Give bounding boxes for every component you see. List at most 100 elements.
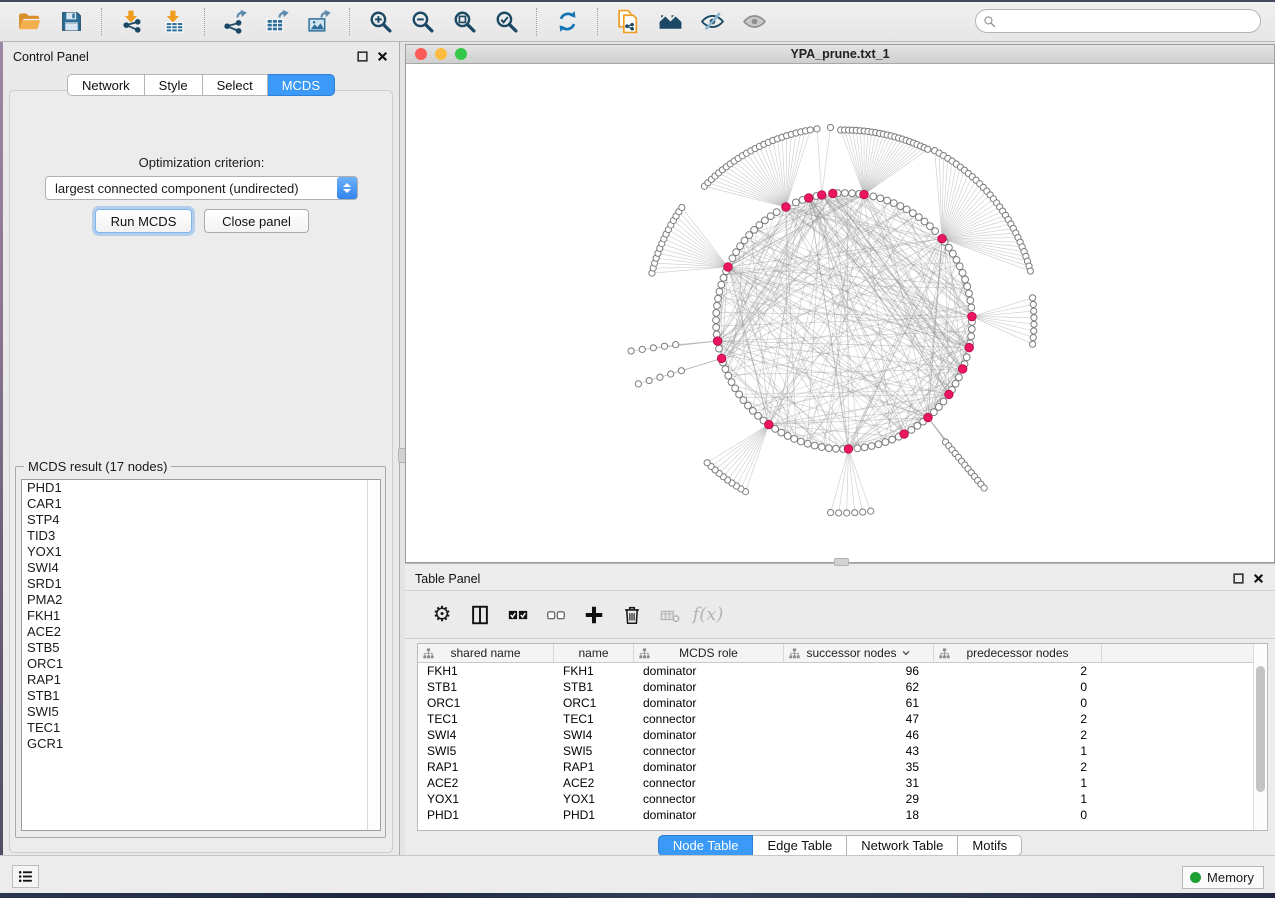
zoom-out-button[interactable] <box>407 7 437 37</box>
mcds-result-node[interactable]: SWI5 <box>22 704 380 720</box>
run-mcds-button[interactable]: Run MCDS <box>95 209 192 233</box>
table-row[interactable]: TEC1TEC1connector472 <box>418 711 1267 727</box>
mcds-result-node[interactable]: STP4 <box>22 512 380 528</box>
criterion-dropdown[interactable]: largest connected component (undirected) <box>45 176 358 200</box>
tab-node-table[interactable]: Node Table <box>658 835 754 856</box>
export-table-button[interactable] <box>262 7 292 37</box>
mcds-result-node[interactable]: STB1 <box>22 688 380 704</box>
mcds-result-node[interactable]: TEC1 <box>22 720 380 736</box>
search-input[interactable] <box>1001 12 1260 30</box>
table-row[interactable]: FKH1FKH1dominator962 <box>418 663 1267 679</box>
export-network-button[interactable] <box>220 7 250 37</box>
mcds-result-node[interactable]: FKH1 <box>22 608 380 624</box>
show-columns-button[interactable] <box>465 600 495 630</box>
export-image-button[interactable] <box>304 7 334 37</box>
table-cell: PHD1 <box>554 808 634 822</box>
mcds-result-node[interactable]: TID3 <box>22 528 380 544</box>
mcds-result-node[interactable]: ORC1 <box>22 656 380 672</box>
tab-style[interactable]: Style <box>145 74 203 96</box>
mcds-result-node[interactable]: SRD1 <box>22 576 380 592</box>
table-cell: FKH1 <box>418 664 554 678</box>
open-session-button[interactable] <box>14 7 44 37</box>
table-row[interactable]: STB1STB1dominator620 <box>418 679 1267 695</box>
table-row[interactable]: PHD1PHD1dominator180 <box>418 807 1267 823</box>
mcds-result-group: MCDS result (17 nodes) PHD1CAR1STP4TID3Y… <box>15 466 386 838</box>
clone-network-button[interactable] <box>613 7 643 37</box>
network-canvas[interactable] <box>406 64 1274 562</box>
import-network-button[interactable] <box>117 7 147 37</box>
column-header-shared-name[interactable]: shared name <box>418 644 554 662</box>
network-view-titlebar[interactable]: YPA_prune.txt_1 <box>406 45 1274 64</box>
minimize-window-icon[interactable] <box>435 48 447 60</box>
table-cell: 35 <box>784 760 934 774</box>
tab-motifs[interactable]: Motifs <box>958 835 1022 856</box>
mcds-result-list[interactable]: PHD1CAR1STP4TID3YOX1SWI4SRD1PMA2FKH1ACE2… <box>21 479 381 831</box>
zoom-in-button[interactable] <box>365 7 395 37</box>
mcds-result-node[interactable]: PHD1 <box>22 480 380 496</box>
table-row[interactable]: SWI4SWI4dominator462 <box>418 727 1267 743</box>
table-cell: connector <box>634 776 784 790</box>
import-table-button[interactable] <box>159 7 189 37</box>
tab-network-table[interactable]: Network Table <box>847 835 958 856</box>
save-session-button[interactable] <box>56 7 86 37</box>
show-all-networks-button[interactable] <box>655 7 685 37</box>
column-label: shared name <box>450 646 520 660</box>
unselect-all-columns-button[interactable] <box>541 600 571 630</box>
mcds-result-node[interactable]: PMA2 <box>22 592 380 608</box>
tab-mcds[interactable]: MCDS <box>268 74 335 96</box>
tab-select[interactable]: Select <box>203 74 268 96</box>
result-list-scrollbar[interactable] <box>367 480 380 830</box>
float-panel-icon[interactable] <box>356 50 369 63</box>
tab-network[interactable]: Network <box>67 74 145 96</box>
table-cell: 47 <box>784 712 934 726</box>
horizontal-splitter-handle[interactable] <box>834 558 849 566</box>
close-panel-button[interactable]: Close panel <box>204 209 309 233</box>
column-header-MCDS-role[interactable]: MCDS role <box>634 644 784 662</box>
memory-label: Memory <box>1207 870 1254 885</box>
close-panel-icon[interactable] <box>376 50 389 63</box>
float-panel-icon[interactable] <box>1232 572 1245 585</box>
zoom-selected-button[interactable] <box>491 7 521 37</box>
table-cell: ACE2 <box>554 776 634 790</box>
node-table[interactable]: shared name nameMCDS rolesuccessor nodesp… <box>417 643 1268 831</box>
refresh-icon <box>555 9 580 34</box>
column-header-successor-nodes[interactable]: successor nodes <box>784 644 934 662</box>
column-header-predecessor-nodes[interactable]: predecessor nodes <box>934 644 1102 662</box>
zoom-in-icon <box>368 9 393 34</box>
mcds-result-node[interactable]: SWI4 <box>22 560 380 576</box>
table-row[interactable]: YOX1YOX1connector291 <box>418 791 1267 807</box>
hide-selected-button[interactable] <box>697 7 727 37</box>
table-cell: 61 <box>784 696 934 710</box>
zoom-fit-button[interactable] <box>449 7 479 37</box>
close-panel-icon[interactable] <box>1252 572 1265 585</box>
select-all-columns-button[interactable] <box>503 600 533 630</box>
panel-selector-button[interactable] <box>12 865 39 888</box>
table-row[interactable]: RAP1RAP1dominator352 <box>418 759 1267 775</box>
open-folder-icon <box>17 9 42 34</box>
table-cell: 2 <box>934 664 1102 678</box>
search-box[interactable] <box>975 9 1261 33</box>
mcds-result-node[interactable]: ACE2 <box>22 624 380 640</box>
create-column-button[interactable] <box>579 600 609 630</box>
close-window-icon[interactable] <box>415 48 427 60</box>
table-cell: STB1 <box>418 680 554 694</box>
mcds-result-node[interactable]: STB5 <box>22 640 380 656</box>
table-row[interactable]: SWI5SWI5connector431 <box>418 743 1267 759</box>
mcds-result-node[interactable]: RAP1 <box>22 672 380 688</box>
memory-button[interactable]: Memory <box>1182 866 1264 889</box>
table-scrollbar-thumb[interactable] <box>1256 666 1265 792</box>
refresh-button[interactable] <box>552 7 582 37</box>
table-row[interactable]: ORC1ORC1dominator610 <box>418 695 1267 711</box>
table-scrollbar[interactable] <box>1253 644 1267 830</box>
maximize-window-icon[interactable] <box>455 48 467 60</box>
mcds-result-node[interactable]: CAR1 <box>22 496 380 512</box>
dropdown-stepper-icon <box>337 177 357 199</box>
tab-edge-table[interactable]: Edge Table <box>753 835 847 856</box>
delete-columns-button[interactable] <box>617 600 647 630</box>
mcds-result-node[interactable]: YOX1 <box>22 544 380 560</box>
column-header-name[interactable]: name <box>554 644 634 662</box>
mcds-result-node[interactable]: GCR1 <box>22 736 380 752</box>
table-row[interactable]: ACE2ACE2connector311 <box>418 775 1267 791</box>
table-settings-button[interactable]: ⚙ <box>427 600 457 630</box>
table-cell: 0 <box>934 680 1102 694</box>
